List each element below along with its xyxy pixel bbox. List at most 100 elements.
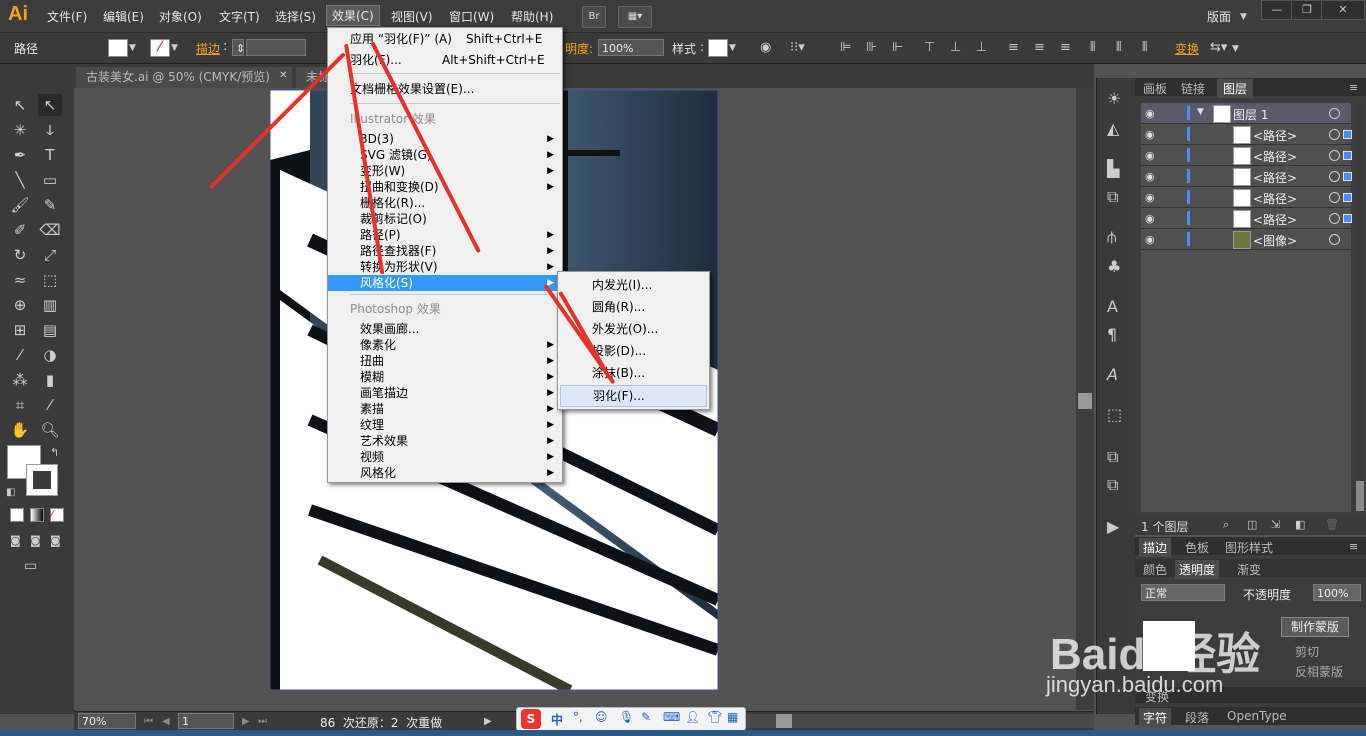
draw-behind-icon[interactable]: ◙ [30, 534, 41, 548]
clip-checkbox-label[interactable]: 剪切 [1295, 643, 1319, 660]
menu-item-ps-stylize[interactable]: 风格化 ▶ [328, 465, 562, 481]
zoom-tool-icon[interactable]: 🔍︎ [38, 419, 62, 441]
distribute-top-icon[interactable]: ≡ [1008, 41, 1019, 55]
free-transform-icon[interactable]: ⬚ [38, 269, 62, 291]
tab-color[interactable]: 颜色 [1143, 561, 1167, 578]
menu-item-blur[interactable]: 模糊 ▶ [328, 369, 562, 385]
appearance-icon[interactable]: ◭ [1107, 121, 1119, 137]
pen-tool-icon[interactable]: ✒ [8, 144, 32, 166]
menu-item-inner-glow[interactable]: 内发光(I)... [558, 277, 709, 293]
horizontal-scrollbar[interactable] [714, 714, 1094, 728]
gradient-tool-icon[interactable]: ▤ [38, 319, 62, 341]
ime-handwrite-icon[interactable]: ✎ [641, 710, 651, 724]
lasso-icon[interactable]: ↆ [38, 119, 62, 141]
tab-transparency[interactable]: 透明度 [1175, 560, 1220, 579]
menu-view[interactable]: 视图(V) [391, 8, 433, 25]
paintbrush-icon[interactable]: 🖌 [8, 194, 32, 216]
hand-tool-icon[interactable]: ✋ [8, 419, 32, 441]
actions-play-icon[interactable]: ▶ [1107, 519, 1119, 535]
brushes-icon[interactable]: ⫛ [1107, 229, 1117, 245]
align-top-icon[interactable]: ⊤ [924, 41, 935, 55]
layer-row[interactable]: ◉ <路径> [1141, 187, 1352, 208]
opacity-input[interactable]: 100% [598, 39, 664, 56]
arrange-documents-button[interactable]: ▦▾ [618, 6, 652, 28]
menu-item-brush-strokes[interactable]: 画笔描边 ▶ [328, 385, 562, 401]
menu-select[interactable]: 选择(S) [275, 8, 316, 25]
menu-item-scribble[interactable]: 涂抹(B)... [558, 365, 709, 381]
menu-item-pathfinder[interactable]: 路径查找器(F) ▶ [328, 243, 562, 259]
artboards-panel-icon[interactable]: ⧉ [1107, 449, 1118, 465]
ime-toolbox-icon[interactable]: ▦ [727, 710, 738, 724]
eyedropper-icon[interactable]: ⁄ [8, 344, 32, 366]
transform-panel-icon[interactable]: ⬚ [1107, 407, 1122, 423]
sun-icon[interactable]: ☀ [1107, 91, 1121, 107]
align-middle-icon[interactable]: ⊥ [950, 41, 961, 55]
symbol-sprayer-icon[interactable]: ⁂ [8, 369, 32, 391]
visibility-eye-icon[interactable]: ◉ [1145, 212, 1155, 225]
layer-row[interactable]: ◉ <路径> [1141, 124, 1352, 145]
chevron-down-icon[interactable]: ▼ [1232, 42, 1239, 56]
visibility-eye-icon[interactable]: ◉ [1145, 128, 1155, 141]
target-icon[interactable] [1329, 234, 1340, 245]
new-layer-icon[interactable]: ◧ [1295, 518, 1305, 532]
links-panel-icon[interactable]: ⧉ [1107, 477, 1118, 493]
rotate-tool-icon[interactable]: ↻ [8, 244, 32, 266]
warp-tool-icon[interactable]: ≈ [8, 269, 32, 291]
direct-selection-tool-icon[interactable]: ↖ [38, 94, 62, 116]
style-swatch[interactable] [708, 39, 728, 57]
invert-mask-checkbox-label[interactable]: 反相蒙版 [1295, 663, 1343, 680]
menu-item-pixelate[interactable]: 像素化 ▶ [328, 337, 562, 353]
paragraph-styles-icon[interactable]: ¶ [1107, 327, 1117, 343]
prev-artboard-icon[interactable]: ◀ [162, 715, 170, 729]
layer-name[interactable]: 图层 1 [1233, 106, 1268, 123]
ime-punctuation-icon[interactable]: °, [573, 710, 583, 724]
sublayer-name[interactable]: <路径> [1253, 211, 1297, 228]
menu-item-path[interactable]: 路径(P) ▶ [328, 227, 562, 243]
bridge-button[interactable]: Br [582, 6, 606, 28]
isolate-icon[interactable]: ⇆▾ [1210, 41, 1227, 55]
color-mode-icon[interactable] [10, 508, 24, 522]
tab-artboards[interactable]: 画板 [1143, 80, 1167, 97]
ime-chinese-mode-icon[interactable]: 中 [551, 711, 563, 728]
layers-scrollbar[interactable] [1355, 103, 1365, 513]
opacity-label[interactable]: 明度: [565, 40, 593, 57]
selection-indicator-icon[interactable] [1343, 172, 1352, 181]
menu-item-effect-gallery[interactable]: 效果画廊... [328, 321, 562, 337]
ime-emoji-icon[interactable]: ☺ [595, 710, 608, 724]
tab-gradient[interactable]: 渐变 [1237, 561, 1261, 578]
last-artboard-icon[interactable]: ⏭ [258, 715, 267, 729]
next-artboard-icon[interactable]: ▶ [242, 715, 250, 729]
make-clipping-mask-icon[interactable]: ◫ [1247, 518, 1257, 532]
magic-wand-icon[interactable]: ✳ [8, 119, 32, 141]
tab-character[interactable]: 字符 [1139, 708, 1172, 727]
tab-swatches[interactable]: 色板 [1185, 539, 1209, 556]
menu-item-distort[interactable]: 扭曲 ▶ [328, 353, 562, 369]
locate-object-icon[interactable]: ⌕ [1223, 518, 1229, 532]
menu-help[interactable]: 帮助(H) [511, 8, 553, 25]
distribute-middle-icon[interactable]: ≡ [1034, 41, 1045, 55]
ime-keyboard-icon[interactable]: ⌨ [663, 710, 680, 724]
menu-item-convert-to-shape[interactable]: 转换为形状(V) ▶ [328, 259, 562, 275]
layer-row[interactable]: ◉ <图像> [1141, 229, 1351, 250]
ime-voice-icon[interactable]: 🎙︎ [619, 710, 634, 724]
apply-last-effect-item[interactable]: 应用 “羽化(F)” (A) Shift+Ctrl+E [328, 31, 562, 47]
visibility-eye-icon[interactable]: ◉ [1145, 149, 1155, 162]
menu-item-crop-marks[interactable]: 裁剪标记(O) [328, 211, 562, 227]
target-icon[interactable] [1329, 171, 1340, 182]
layer-row-top[interactable]: ◉ ▼ 图层 1 [1141, 103, 1351, 124]
align-right-icon[interactable]: ⊩ [892, 41, 903, 55]
sublayer-name[interactable]: <路径> [1253, 190, 1297, 207]
symbols-icon[interactable]: ♣ [1107, 259, 1121, 275]
tab-links[interactable]: 链接 [1181, 80, 1205, 97]
sublayer-name[interactable]: <图像> [1253, 232, 1297, 249]
tab-layers[interactable]: 图层 [1217, 79, 1254, 98]
ime-user-icon[interactable]: 👤︎ [685, 710, 700, 724]
glyphs-icon[interactable]: A [1107, 367, 1118, 383]
target-icon[interactable] [1329, 108, 1340, 119]
layer-row[interactable]: ◉ <路径> [1141, 166, 1352, 187]
artboard-tool-icon[interactable]: ⌗ [8, 394, 32, 416]
sublayer-name[interactable]: <路径> [1253, 127, 1297, 144]
stroke-stepper[interactable]: ⇕ [232, 39, 245, 56]
gradient-mode-icon[interactable] [30, 508, 44, 522]
default-colors-icon[interactable]: ◧ [6, 486, 15, 500]
